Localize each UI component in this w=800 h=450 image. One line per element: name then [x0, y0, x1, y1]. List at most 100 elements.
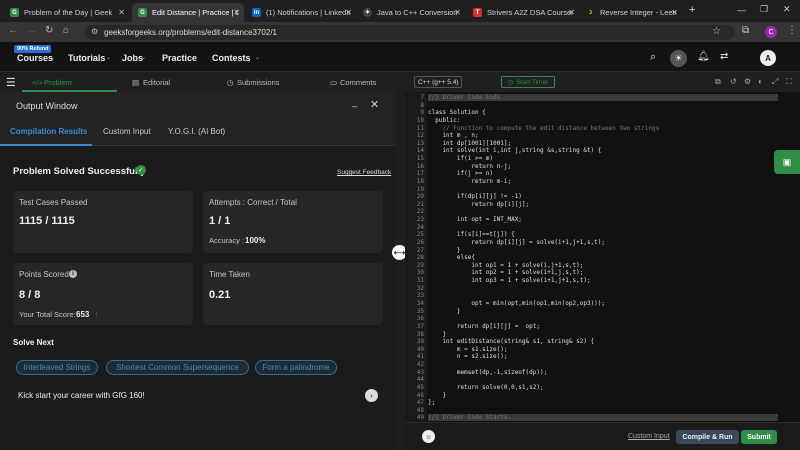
code-line[interactable]: } [428, 392, 446, 399]
code-line[interactable]: n = s2.size(); [428, 353, 508, 360]
new-tab-icon[interactable]: + [689, 4, 695, 16]
chip-form-a-palindrome[interactable]: Form a palindrome [255, 360, 337, 375]
code-line[interactable]: int opt = INT_MAX; [428, 216, 522, 223]
code-line[interactable]: int dp[1001][1001]; [428, 140, 511, 147]
panel-divider[interactable] [395, 72, 405, 450]
close-tab-icon[interactable]: ✕ [118, 8, 125, 17]
code-line[interactable]: public: [428, 117, 460, 124]
user-avatar[interactable]: A [760, 50, 776, 66]
code-line[interactable]: else{ [428, 254, 475, 261]
back-icon[interactable]: ← [8, 25, 18, 36]
copy-icon[interactable]: ⧉ [715, 77, 721, 87]
url-text[interactable]: geeksforgeeks.org/problems/edit-distance… [104, 28, 277, 37]
suggest-feedback-link[interactable]: Suggest Feedback [337, 169, 391, 176]
browser-tab[interactable]: in (1) Notifications | LinkedIn ✕ [246, 3, 356, 22]
close-window-icon[interactable]: ✕ [783, 4, 791, 15]
theme-icon[interactable]: ◐ [758, 77, 763, 86]
browser-menu-icon[interactable]: ⋮ [787, 25, 797, 36]
code-line[interactable]: } [428, 247, 461, 254]
close-panel-icon[interactable]: ✕ [370, 98, 379, 111]
tab-yogi-ai-bot[interactable]: Y.O.G.I. (AI Bot) [168, 127, 225, 136]
close-tab-icon[interactable]: ✕ [671, 8, 678, 17]
lightbulb-icon[interactable]: ☼ [422, 430, 435, 443]
minimize-icon[interactable]: — [737, 5, 746, 15]
code-line[interactable]: opt = min(opt,min(op1,min(op2,op3))); [428, 300, 605, 307]
bell-icon[interactable]: 🔔︎ [697, 51, 710, 62]
browser-tab[interactable]: G Problem of the Day | Geek ✕ [4, 3, 129, 22]
nav-tutorials[interactable]: Tutorials [68, 53, 105, 63]
close-tab-icon[interactable]: ✕ [568, 8, 575, 17]
tab-custom-input[interactable]: Custom Input [103, 127, 151, 136]
code-line[interactable]: }; [428, 399, 435, 406]
nav-contests[interactable]: Contests [212, 53, 251, 63]
code-line[interactable]: } [428, 331, 446, 338]
nav-courses[interactable]: Courses [17, 53, 53, 63]
chip-interleaved-strings[interactable]: Interleaved Strings [16, 360, 98, 375]
url-bar[interactable]: ⚙ geeksforgeeks.org/problems/edit-distan… [85, 25, 735, 40]
tab-problem[interactable]: </> Problem [22, 72, 117, 92]
code-line[interactable]: // Function to compute the edit distance… [428, 125, 659, 132]
chip-shortest-common-supersequence[interactable]: Shortest Common Supersequence [106, 360, 249, 375]
code-line[interactable]: if(dp[i][j] != -1) [428, 193, 522, 200]
code-line[interactable]: int m , n; [428, 132, 478, 139]
search-icon[interactable]: ⌕ [650, 51, 656, 64]
code-editor[interactable]: 7 8 9 10 11 12 13 14 15 16 17 18 19 20 21 22 23 24 25 26 27 2… [405, 92, 800, 422]
language-select[interactable]: C++ (g++ 5.4) [414, 76, 462, 88]
submit-button[interactable]: Submit [741, 430, 777, 444]
code-line[interactable]: } [428, 308, 461, 315]
code-line[interactable]: if(j >= n) [428, 170, 493, 177]
tab-submissions[interactable]: Submissions [237, 78, 280, 87]
code-line[interactable]: int solve(int i,int j,string &s,string &… [428, 147, 601, 154]
code-line[interactable]: int op1 = 1 + solve(i,j+1,s,t); [428, 262, 583, 269]
home-icon[interactable]: ⌂ [63, 25, 69, 36]
code-line[interactable]: //} Driver Code Ends [428, 94, 778, 101]
chat-icon[interactable]: ▣ [774, 150, 800, 174]
code-line[interactable]: if(i >= m) [428, 155, 493, 162]
code-line[interactable]: int editDistance(string& s1, string& s2)… [428, 338, 594, 345]
code-line[interactable]: return solve(0,0,s1,s2); [428, 384, 544, 391]
translate-icon[interactable]: ⇄ [720, 51, 728, 62]
expand-icon[interactable]: ⛶ [786, 77, 792, 87]
compile-run-button[interactable]: Compile & Run [676, 430, 739, 444]
close-tab-icon[interactable]: ✕ [454, 8, 461, 17]
code-line[interactable]: return dp[i][j]; [428, 201, 529, 208]
bookmark-star-icon[interactable]: ☆ [712, 26, 721, 37]
code-line[interactable]: if(s[i]==t[j]) { [428, 231, 515, 238]
chevron-right-icon[interactable]: › [365, 389, 378, 402]
code-line[interactable]: //{ Driver Code Starts. [428, 414, 778, 422]
code-line[interactable]: m = s1.size(); [428, 346, 508, 353]
code-line[interactable]: int op3 = 1 + solve(i+1,j+1,s,t); [428, 277, 590, 284]
nav-practice[interactable]: Practice [162, 53, 197, 63]
info-icon[interactable]: i [69, 270, 77, 278]
code-line[interactable]: return n-j; [428, 163, 511, 170]
maximize-icon[interactable]: ❐ [760, 4, 768, 15]
gfg160-promo-text[interactable]: Kick start your career with GfG 160! [18, 391, 145, 400]
code-line[interactable]: return dp[i][j] = opt; [428, 323, 540, 330]
close-tab-icon[interactable]: ✕ [233, 8, 240, 17]
browser-tab[interactable]: ✦ Java to C++ Conversion ✕ [357, 3, 465, 22]
custom-input-link[interactable]: Custom Input [628, 433, 670, 440]
reload-icon[interactable]: ↻ [45, 25, 53, 36]
close-tab-icon[interactable]: ✕ [345, 8, 352, 17]
code-line[interactable]: memset(dp,-1,sizeof(dp)); [428, 369, 547, 376]
code-line[interactable]: return dp[i][j] = solve(i+1,j+1,s,t); [428, 239, 605, 246]
extensions-icon[interactable]: ⧉ [742, 25, 749, 36]
browser-tab[interactable]: T Strivers A2Z DSA Course/Sh ✕ [467, 3, 579, 22]
code-line[interactable]: return m-i; [428, 178, 511, 185]
tab-compilation-results[interactable]: Compilation Results [0, 118, 92, 146]
browser-tab[interactable]: ʖ Reverse Integer - LeetCod ✕ [580, 3, 682, 22]
browser-tab-active[interactable]: G Edit Distance | Practice | G ✕ [132, 3, 244, 22]
fullscreen-icon[interactable]: ⤢ [772, 77, 778, 87]
theme-toggle-icon[interactable]: ☀ [670, 50, 687, 67]
start-timer-button[interactable]: ◷ Start Timer [501, 76, 555, 88]
hamburger-icon[interactable]: ☰ [6, 76, 16, 89]
code-line[interactable]: class Solution { [428, 109, 486, 116]
tab-editorial[interactable]: Editorial [143, 78, 170, 87]
reset-icon[interactable]: ↺ [730, 77, 737, 86]
settings-icon[interactable]: ⚙ [744, 77, 751, 86]
tab-comments[interactable]: Comments [340, 78, 376, 87]
site-info-icon[interactable]: ⚙ [91, 27, 98, 36]
code-line[interactable]: int op2 = 1 + solve(i+1,j,s,t); [428, 269, 583, 276]
forward-icon[interactable]: → [27, 25, 37, 36]
minimize-panel-icon[interactable]: _ [352, 97, 358, 108]
